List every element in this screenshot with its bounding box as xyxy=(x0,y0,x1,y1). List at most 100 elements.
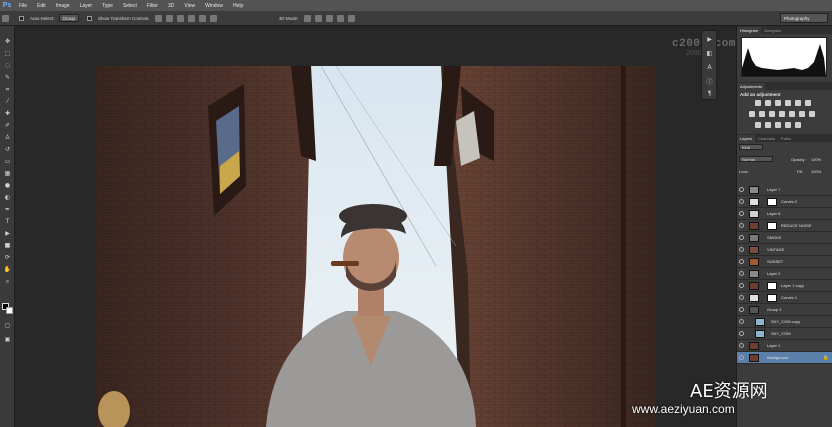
selective-color-icon[interactable] xyxy=(785,122,791,128)
align-top-icon[interactable] xyxy=(154,14,162,22)
auto-select-checkbox[interactable] xyxy=(19,15,24,21)
layer-row[interactable]: Curves 1 xyxy=(737,292,832,304)
align-right-icon[interactable] xyxy=(209,14,217,22)
tab-layers[interactable]: Layers xyxy=(737,135,756,142)
blur-tool-icon[interactable]: ● xyxy=(3,182,12,189)
visibility-eye-icon[interactable] xyxy=(739,211,744,216)
menu-file[interactable]: File xyxy=(19,3,27,9)
screen-mode-icon[interactable]: ▣ xyxy=(3,336,12,343)
hand-tool-icon[interactable]: ✋ xyxy=(3,266,12,273)
gradient-tool-icon[interactable]: ▦ xyxy=(3,170,12,177)
tab-histogram[interactable]: Histogram xyxy=(737,27,762,34)
eraser-tool-icon[interactable]: ▭ xyxy=(3,158,12,165)
layer-row[interactable]: Layer 6 xyxy=(737,208,832,220)
3d-rotate-icon[interactable] xyxy=(304,14,312,22)
bw-icon[interactable] xyxy=(769,111,775,117)
dodge-tool-icon[interactable]: ◐ xyxy=(3,194,12,201)
crop-tool-icon[interactable]: ⌗ xyxy=(3,86,12,93)
type-tool-icon[interactable]: T xyxy=(3,218,12,225)
layer-row[interactable]: REDUCE NOISE xyxy=(737,220,832,232)
vibrance-icon[interactable] xyxy=(795,100,801,106)
layer-row[interactable]: Layer 1 xyxy=(737,340,832,352)
layer-row[interactable]: SMOKE xyxy=(737,232,832,244)
3d-pan-icon[interactable] xyxy=(326,14,334,22)
photo-filter-icon[interactable] xyxy=(779,111,785,117)
menu-select[interactable]: Select xyxy=(123,3,137,9)
marquee-tool-icon[interactable]: ⬚ xyxy=(3,50,12,57)
play-icon[interactable]: ▶ xyxy=(705,35,714,43)
visibility-eye-icon[interactable] xyxy=(739,271,744,276)
group-select[interactable]: Group xyxy=(58,14,80,22)
clone-stamp-tool-icon[interactable]: ♙ xyxy=(3,134,12,141)
3d-slide-icon[interactable] xyxy=(337,14,345,22)
visibility-eye-icon[interactable] xyxy=(739,307,744,312)
layer-row[interactable]: Curves 2 xyxy=(737,196,832,208)
exposure-icon[interactable] xyxy=(785,100,791,106)
levels-icon[interactable] xyxy=(765,100,771,106)
paragraph-icon[interactable]: ¶ xyxy=(705,89,714,97)
visibility-eye-icon[interactable] xyxy=(739,235,744,240)
tab-navigator[interactable]: Navigator xyxy=(761,27,784,34)
visibility-eye-icon[interactable] xyxy=(739,259,744,264)
history-brush-tool-icon[interactable]: ↺ xyxy=(3,146,12,153)
quick-select-tool-icon[interactable]: ✎ xyxy=(3,74,12,81)
menu-filter[interactable]: Filter xyxy=(147,3,158,9)
gradient-icon[interactable] xyxy=(805,100,811,106)
visibility-eye-icon[interactable] xyxy=(739,199,744,204)
lasso-tool-icon[interactable]: ◌ xyxy=(3,62,12,69)
transform-checkbox[interactable] xyxy=(87,15,93,21)
visibility-eye-icon[interactable] xyxy=(739,343,744,348)
curves-icon[interactable] xyxy=(775,100,781,106)
3d-rotate-tool-icon[interactable]: ⟳ xyxy=(3,254,12,261)
visibility-eye-icon[interactable] xyxy=(739,295,744,300)
layer-row[interactable]: Layer 2 xyxy=(737,268,832,280)
layer-row[interactable]: SKY_COM xyxy=(737,328,832,340)
blend-mode-select[interactable]: Normal xyxy=(739,156,773,162)
quick-mask-icon[interactable]: ◻ xyxy=(3,322,12,329)
character-icon[interactable]: A xyxy=(705,63,714,71)
layer-row[interactable]: SKY_COM copy xyxy=(737,316,832,328)
align-middle-icon[interactable] xyxy=(165,14,173,22)
opacity-value[interactable]: 100% xyxy=(811,157,821,162)
layer-row[interactable]: VINTAGE xyxy=(737,244,832,256)
background-color-swatch[interactable] xyxy=(6,307,13,314)
visibility-eye-icon[interactable] xyxy=(739,331,744,336)
group-row[interactable]: Group 1 xyxy=(737,304,832,316)
color-icon[interactable] xyxy=(809,111,815,117)
info-icon[interactable]: ⓘ xyxy=(705,77,714,86)
zoom-tool-icon[interactable]: ⌕ xyxy=(3,278,12,285)
3d-scale-icon[interactable] xyxy=(348,14,356,22)
move-tool-icon[interactable]: ✥ xyxy=(3,38,12,45)
menu-edit[interactable]: Edit xyxy=(37,3,46,9)
menu-layer[interactable]: Layer xyxy=(80,3,93,9)
layer-row-selected[interactable]: Background 🔒 xyxy=(737,352,832,364)
brush-tool-icon[interactable]: ✐ xyxy=(3,122,12,129)
invert-icon[interactable] xyxy=(755,122,761,128)
gradient-map-icon[interactable] xyxy=(795,122,801,128)
threshold-icon[interactable] xyxy=(775,122,781,128)
visibility-eye-icon[interactable] xyxy=(739,283,744,288)
lookup-icon[interactable] xyxy=(799,111,805,117)
align-center-icon[interactable] xyxy=(198,14,206,22)
tab-channels[interactable]: Channels xyxy=(755,135,778,142)
path-select-tool-icon[interactable]: ▶ xyxy=(3,230,12,237)
menu-view[interactable]: View xyxy=(184,3,195,9)
fill-value[interactable]: 100% xyxy=(811,169,821,174)
eyedropper-tool-icon[interactable]: ⁄ xyxy=(3,98,12,105)
visibility-eye-icon[interactable] xyxy=(739,247,744,252)
layer-filter-kind[interactable]: Kind xyxy=(739,144,763,150)
shape-tool-icon[interactable]: ■ xyxy=(3,242,12,249)
posterize-icon[interactable] xyxy=(765,122,771,128)
tab-adjustments[interactable]: Adjustments xyxy=(737,83,766,90)
layer-row[interactable]: SUNSET xyxy=(737,256,832,268)
document-canvas-area[interactable]: c2000.com 2000.net xyxy=(16,26,735,427)
align-left-icon[interactable] xyxy=(187,14,195,22)
layer-row[interactable]: Layer 1 copy xyxy=(737,280,832,292)
visibility-eye-icon[interactable] xyxy=(739,223,744,228)
balance-icon[interactable] xyxy=(759,111,765,117)
photo-canvas[interactable] xyxy=(96,66,656,427)
visibility-eye-icon[interactable] xyxy=(739,187,744,192)
visibility-eye-icon[interactable] xyxy=(739,355,744,360)
history-icon[interactable]: ◧ xyxy=(705,49,714,57)
pen-tool-icon[interactable]: ✒ xyxy=(3,206,12,213)
